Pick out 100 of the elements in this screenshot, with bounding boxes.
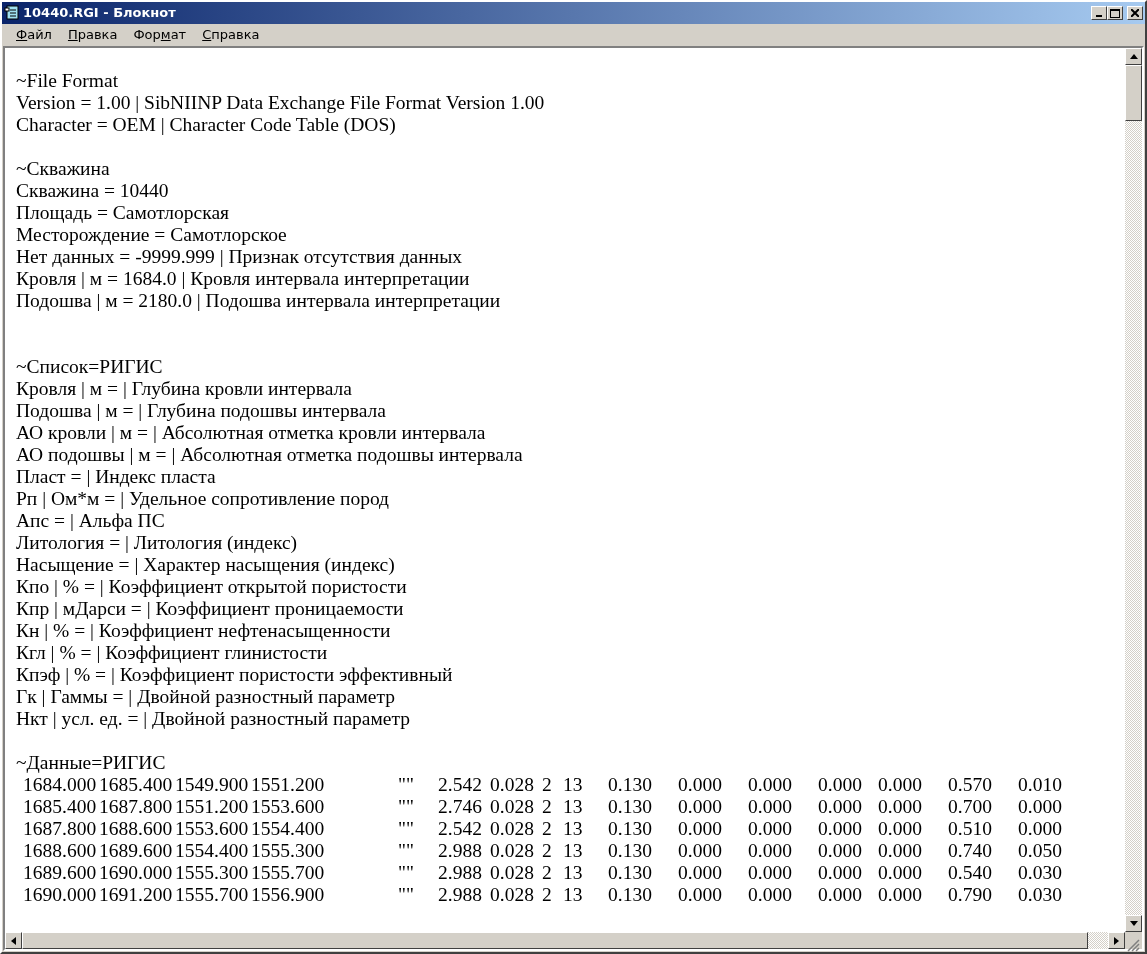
data-value: 0.050 bbox=[1018, 840, 1062, 861]
text-line: Гк | Гаммы = | Двойной разностный параметр bbox=[16, 686, 395, 707]
data-value: 13 bbox=[563, 796, 583, 817]
data-value: 2.988 bbox=[438, 884, 482, 905]
data-value: 0.510 bbox=[948, 818, 992, 839]
data-value: 0.130 bbox=[608, 774, 652, 795]
data-value: 0.000 bbox=[1018, 796, 1062, 817]
data-value: 13 bbox=[563, 840, 583, 861]
text-line: ~Список=РИГИС bbox=[16, 356, 163, 377]
data-value: 0.540 bbox=[948, 862, 992, 883]
data-value: 0.000 bbox=[878, 884, 922, 905]
data-value: 0.028 bbox=[490, 818, 534, 839]
text-line: Кгл | % = | Коэффициент глинистости bbox=[16, 642, 328, 663]
data-value: 0.000 bbox=[678, 774, 722, 795]
data-value: 0.000 bbox=[878, 796, 922, 817]
text-line: ~Данные=РИГИС bbox=[16, 752, 166, 773]
text-line: Кпр | мДарси = | Коэффициент проницаемости bbox=[16, 598, 404, 619]
data-value: 0.130 bbox=[608, 884, 652, 905]
text-line: Площадь = Самотлорская bbox=[16, 202, 229, 223]
data-value: 1553.600 bbox=[251, 796, 325, 817]
menu-item[interactable]: Формат bbox=[125, 25, 195, 45]
data-value: 0.000 bbox=[818, 884, 862, 905]
data-value: "" bbox=[398, 862, 414, 883]
data-value: 1555.700 bbox=[251, 862, 325, 883]
text-line: Кпэф | % = | Коэффициент пористости эффективный bbox=[16, 664, 453, 685]
data-value: 2 bbox=[542, 840, 552, 861]
data-value: 1689.600 bbox=[23, 862, 97, 883]
data-value: 2.988 bbox=[438, 862, 482, 883]
data-value: 0.028 bbox=[490, 774, 534, 795]
text-line: Скважина = 10440 bbox=[16, 180, 169, 201]
data-value: 0.130 bbox=[608, 818, 652, 839]
data-value: 1690.000 bbox=[23, 884, 97, 905]
data-value: 0.130 bbox=[608, 862, 652, 883]
data-value: 0.000 bbox=[818, 862, 862, 883]
data-value: 0.700 bbox=[948, 796, 992, 817]
data-value: 0.000 bbox=[678, 840, 722, 861]
data-value: 0.790 bbox=[948, 884, 992, 905]
data-value: 0.030 bbox=[1018, 884, 1062, 905]
data-value: 1554.400 bbox=[175, 840, 249, 861]
window-title: 10440.RGI - Блокнот bbox=[23, 4, 176, 23]
data-value: 0.000 bbox=[678, 884, 722, 905]
data-value: 1549.900 bbox=[175, 774, 249, 795]
data-value: 13 bbox=[563, 818, 583, 839]
data-value: 2 bbox=[542, 818, 552, 839]
text-line: Пласт = | Индекс пласта bbox=[16, 466, 216, 487]
data-value: 0.000 bbox=[818, 840, 862, 861]
data-value: 1555.300 bbox=[175, 862, 249, 883]
data-value: 0.000 bbox=[818, 774, 862, 795]
data-value: 0.000 bbox=[1018, 818, 1062, 839]
data-value: "" bbox=[398, 884, 414, 905]
data-value: 0.000 bbox=[678, 818, 722, 839]
data-value: 1684.000 bbox=[23, 774, 97, 795]
text-line: Подошва | м = | Глубина подошвы интервала bbox=[16, 400, 386, 421]
data-value: "" bbox=[398, 818, 414, 839]
data-value: 2.988 bbox=[438, 840, 482, 861]
data-value: 0.130 bbox=[608, 840, 652, 861]
data-value: 1687.800 bbox=[23, 818, 97, 839]
data-value: 13 bbox=[563, 884, 583, 905]
data-value: 0.028 bbox=[490, 796, 534, 817]
data-value: 0.000 bbox=[748, 862, 792, 883]
text-line: Насыщение = | Характер насыщения (индекс) bbox=[16, 554, 395, 575]
data-value: 2 bbox=[542, 862, 552, 883]
data-value: 2 bbox=[542, 884, 552, 905]
data-value: 0.030 bbox=[1018, 862, 1062, 883]
text-line: Рп | Ом*м = | Удельное сопротивление пород bbox=[16, 488, 390, 509]
text-line: Character = OEM | Character Code Table (DOS) bbox=[16, 114, 396, 135]
menu-item[interactable]: Файл bbox=[8, 25, 60, 45]
text-line: ~Скважина bbox=[16, 158, 110, 179]
text-line: Кпо | % = | Коэффициент открытой пористости bbox=[16, 576, 407, 597]
data-value: 0.000 bbox=[678, 862, 722, 883]
text-line: Литология = | Литология (индекс) bbox=[16, 532, 298, 553]
data-value: 1685.400 bbox=[23, 796, 97, 817]
data-value: 0.000 bbox=[748, 840, 792, 861]
data-value: 0.000 bbox=[878, 840, 922, 861]
data-value: 1687.800 bbox=[99, 796, 173, 817]
text-line: Подошва | м = 2180.0 | Подошва интервала интерпретации bbox=[16, 290, 501, 311]
text-line: АО подошвы | м = | Абсолютная отметка подошвы интервала bbox=[16, 444, 523, 465]
data-value: 0.010 bbox=[1018, 774, 1062, 795]
data-value: 0.740 bbox=[948, 840, 992, 861]
data-value: 0.000 bbox=[748, 774, 792, 795]
text-line: АО кровли | м = | Абсолютная отметка кровли интервала bbox=[16, 422, 486, 443]
data-value: 2 bbox=[542, 774, 552, 795]
data-value: "" bbox=[398, 774, 414, 795]
text-line: ~File Format bbox=[16, 70, 119, 91]
data-value: 2.542 bbox=[438, 818, 482, 839]
data-value: 0.000 bbox=[678, 796, 722, 817]
menu-item[interactable]: Справка bbox=[194, 25, 268, 45]
data-value: 1690.000 bbox=[99, 862, 173, 883]
text-line: Месторождение = Самотлорское bbox=[16, 224, 287, 245]
text-line: Кровля | м = | Глубина кровли интервала bbox=[16, 378, 352, 399]
data-value: 0.000 bbox=[818, 818, 862, 839]
data-value: 1688.600 bbox=[99, 818, 173, 839]
data-value: "" bbox=[398, 840, 414, 861]
data-value: 1555.300 bbox=[251, 840, 325, 861]
menu-item[interactable]: Правка bbox=[59, 25, 126, 45]
data-value: 0.000 bbox=[748, 884, 792, 905]
data-value: 0.130 bbox=[608, 796, 652, 817]
data-value: 13 bbox=[563, 862, 583, 883]
data-value: 1688.600 bbox=[23, 840, 97, 861]
text-line: Нет данных = -9999.999 | Признак отсутствия данных bbox=[16, 246, 462, 267]
